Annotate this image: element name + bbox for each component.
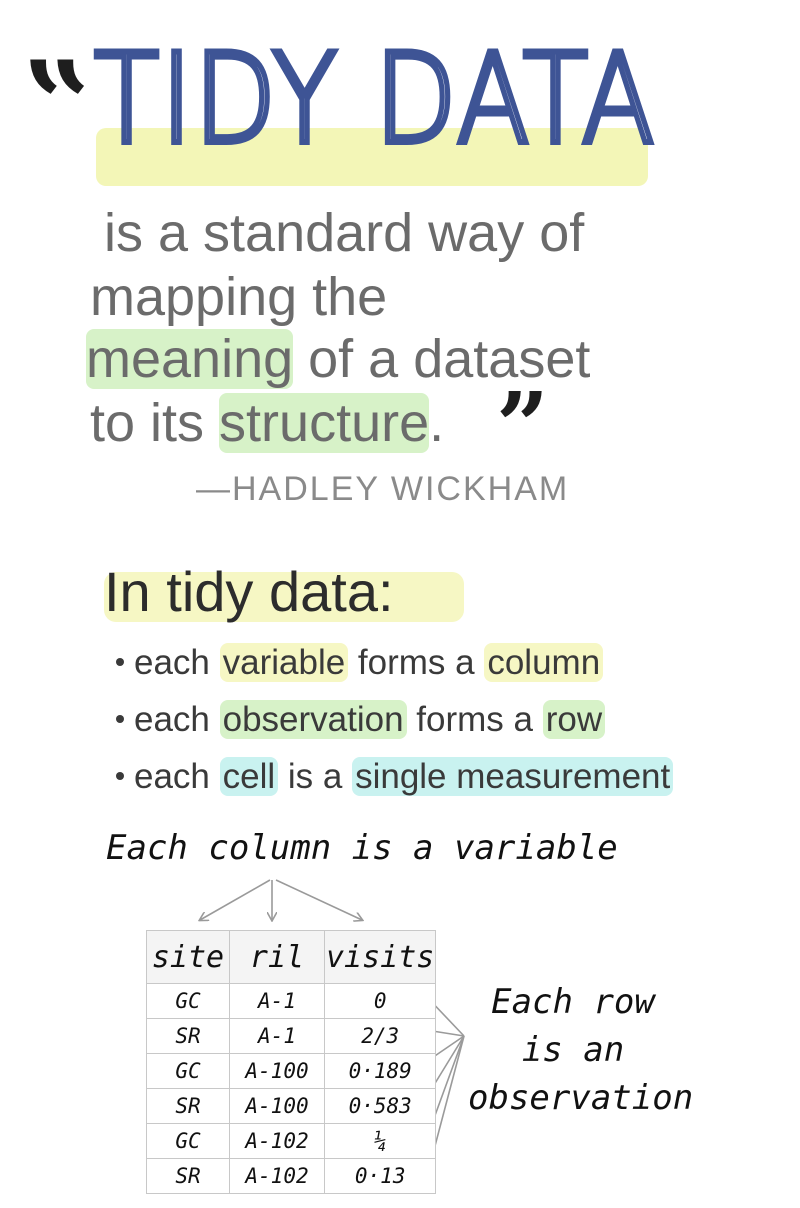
table-cell: 2/3 <box>323 1018 437 1054</box>
table-header-row: site ril visits <box>146 930 437 984</box>
table-cell: 0 <box>323 983 437 1019</box>
table-cell: SR <box>146 1088 230 1124</box>
table-cell: A-1 <box>229 983 325 1019</box>
table-row: GC A-1 0 <box>146 983 437 1019</box>
table-row: SR A-100 0·583 <box>146 1088 437 1124</box>
table-row: SR A-102 0·13 <box>146 1158 437 1194</box>
table-cell: A-102 <box>229 1123 325 1159</box>
table-cell: A-1 <box>229 1018 325 1054</box>
column-header-site: site <box>146 930 230 984</box>
table-row: SR A-1 2/3 <box>146 1018 437 1054</box>
tidy-data-table: site ril visits GC A-1 0 SR A-1 2/3 GC A… <box>146 930 437 1194</box>
table-row: GC A-102 ¼ <box>146 1123 437 1159</box>
table-cell: GC <box>146 1123 230 1159</box>
table-cell: 0·189 <box>323 1053 437 1089</box>
table-cell: A-100 <box>229 1053 325 1089</box>
table-cell: A-100 <box>229 1088 325 1124</box>
table-cell: 0·13 <box>323 1158 437 1194</box>
table-cell: GC <box>146 1053 230 1089</box>
table-cell: A-102 <box>229 1158 325 1194</box>
column-header-visits: visits <box>323 930 437 984</box>
table-cell: 0·583 <box>323 1088 437 1124</box>
column-arrow-site <box>200 879 271 920</box>
table-row: GC A-100 0·189 <box>146 1053 437 1089</box>
column-arrow-visits <box>275 879 362 920</box>
table-cell: GC <box>146 983 230 1019</box>
column-header-ril: ril <box>229 930 325 984</box>
table-cell: SR <box>146 1018 230 1054</box>
table-cell: ¼ <box>323 1123 437 1159</box>
table-cell: SR <box>146 1158 230 1194</box>
